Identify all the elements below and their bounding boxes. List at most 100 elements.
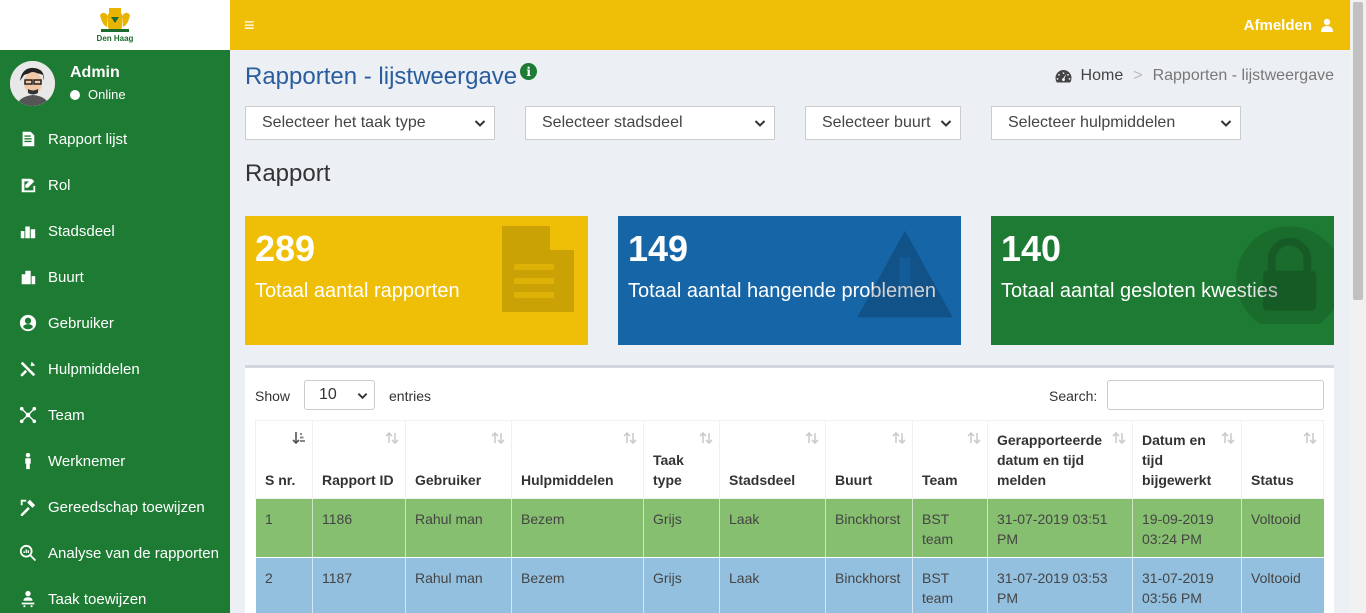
district-select-value: Selecteer stadsdeel bbox=[542, 114, 683, 131]
column-header-rapport-id[interactable]: Rapport ID bbox=[312, 420, 406, 499]
column-header-s-nr[interactable]: S nr. bbox=[255, 420, 313, 499]
avatar bbox=[10, 60, 55, 106]
scrollbar-thumb[interactable] bbox=[1353, 2, 1363, 300]
lock-icon bbox=[1236, 226, 1334, 324]
cell-updated-date: 19-09-2019 03:24 PM bbox=[1132, 498, 1242, 558]
sidebar-item-stadsdeel[interactable]: Stadsdeel bbox=[0, 208, 230, 254]
neighbourhood-select-value: Selecteer buurt bbox=[822, 114, 931, 131]
chevron-down-icon bbox=[1220, 120, 1232, 127]
breadcrumb-separator: > bbox=[1133, 67, 1143, 84]
column-header-stadsdeel[interactable]: Stadsdeel bbox=[719, 420, 826, 499]
task-type-select[interactable]: Selecteer het taak type bbox=[245, 106, 495, 140]
sort-icon bbox=[385, 431, 399, 445]
cell-hulpmiddelen: Bezem bbox=[511, 498, 644, 558]
assign-tools-icon bbox=[18, 497, 38, 517]
sidebar-item-hulpmiddelen[interactable]: Hulpmiddelen bbox=[0, 346, 230, 392]
user-status-label: Online bbox=[88, 87, 126, 102]
sort-icon bbox=[1303, 431, 1317, 445]
cell-taak-type: Grijs bbox=[643, 498, 720, 558]
stat-box-total-reports[interactable]: 289 Totaal aantal rapporten bbox=[245, 216, 588, 345]
sidebar-item-rol[interactable]: Rol bbox=[0, 162, 230, 208]
neighbourhood-select[interactable]: Selecteer buurt bbox=[805, 106, 961, 140]
page-title-text: Rapporten - lijstweergave bbox=[245, 63, 518, 90]
stat-value: 149 bbox=[628, 228, 689, 269]
cell-rapport-id: 1187 bbox=[312, 557, 406, 613]
table-row[interactable]: 1 1186 Rahul man Bezem Grijs Laak Binckh… bbox=[255, 498, 1324, 558]
sort-icon bbox=[699, 431, 713, 445]
cell-buurt: Binckhorst bbox=[825, 557, 913, 613]
column-header-reported-date[interactable]: Gerapporteerde datum en tijd melden bbox=[987, 420, 1133, 499]
logo-text: Den Haag bbox=[96, 34, 134, 43]
logo[interactable]: Den Haag bbox=[0, 0, 230, 50]
sidebar-item-analyse[interactable]: Analyse van de rapporten bbox=[0, 530, 230, 576]
sidebar-item-buurt[interactable]: Buurt bbox=[0, 254, 230, 300]
breadcrumb: Home > Rapporten - lijstweergave bbox=[1055, 67, 1334, 85]
stat-box-pending-issues[interactable]: 149 Totaal aantal hangende problemen bbox=[618, 216, 961, 345]
hamburger-menu-icon[interactable]: ≡ bbox=[244, 15, 255, 36]
cell-gebruiker: Rahul man bbox=[405, 498, 512, 558]
column-header-status[interactable]: Status bbox=[1241, 420, 1324, 499]
sort-icon bbox=[805, 431, 819, 445]
sidebar-item-werknemer[interactable]: Werknemer bbox=[0, 438, 230, 484]
sidebar-item-gereedschap-toewijzen[interactable]: Gereedschap toewijzen bbox=[0, 484, 230, 530]
info-icon[interactable]: i bbox=[520, 63, 538, 80]
sidebar-item-label: Buurt bbox=[48, 268, 84, 286]
section-title: Rapport bbox=[245, 160, 331, 187]
tools-select-value: Selecteer hulpmiddelen bbox=[1008, 114, 1176, 131]
sidebar-item-label: Gereedschap toewijzen bbox=[48, 498, 205, 516]
cell-status: Voltooid bbox=[1241, 498, 1324, 558]
sidebar-item-taak-toewijzen[interactable]: Taak toewijzen bbox=[0, 576, 230, 613]
column-header-gebruiker[interactable]: Gebruiker bbox=[405, 420, 512, 499]
sidebar-item-label: Stadsdeel bbox=[48, 222, 115, 240]
breadcrumb-current: Rapporten - lijstweergave bbox=[1152, 67, 1334, 84]
report-table-card: Show 10 entries Search: S nr. Rapport ID… bbox=[245, 365, 1334, 613]
entries-per-page-select[interactable]: 10 bbox=[304, 380, 375, 410]
page-scrollbar[interactable] bbox=[1350, 0, 1366, 613]
cell-hulpmiddelen: Bezem bbox=[511, 557, 644, 613]
worker-icon bbox=[18, 451, 38, 471]
chevron-down-icon bbox=[357, 393, 368, 400]
sort-icon bbox=[892, 431, 906, 445]
cell-team: BST team bbox=[912, 557, 988, 613]
table-header-row: S nr. Rapport ID Gebruiker Hulpmiddelen … bbox=[255, 420, 1324, 499]
column-header-team[interactable]: Team bbox=[912, 420, 988, 499]
search-input[interactable] bbox=[1107, 380, 1324, 410]
sidebar-item-label: Gebruiker bbox=[48, 314, 114, 332]
sidebar-item-gebruiker[interactable]: Gebruiker bbox=[0, 300, 230, 346]
warning-icon bbox=[857, 230, 953, 318]
top-header: ≡ Afmelden bbox=[230, 0, 1350, 50]
cell-stadsdeel: Laak bbox=[719, 557, 826, 613]
sidebar-item-label: Taak toewijzen bbox=[48, 590, 147, 608]
cell-rapport-id: 1186 bbox=[312, 498, 406, 558]
sort-icon bbox=[623, 431, 637, 445]
logout-button[interactable]: Afmelden bbox=[1244, 17, 1334, 34]
user-circle-icon bbox=[18, 313, 38, 333]
analysis-icon bbox=[18, 543, 38, 563]
user-name: Admin bbox=[70, 64, 120, 81]
breadcrumb-home[interactable]: Home bbox=[1055, 67, 1123, 85]
sidebar-item-team[interactable]: Team bbox=[0, 392, 230, 438]
report-table: S nr. Rapport ID Gebruiker Hulpmiddelen … bbox=[255, 420, 1324, 613]
online-status-icon bbox=[70, 89, 80, 100]
stat-box-closed-issues[interactable]: 140 Totaal aantal gesloten kwesties bbox=[991, 216, 1334, 345]
user-panel: Admin Online bbox=[0, 50, 230, 116]
sidebar-item-rapport-lijst[interactable]: Rapport lijst bbox=[0, 116, 230, 162]
column-header-updated-date[interactable]: Datum en tijd bijgewerkt bbox=[1132, 420, 1242, 499]
tools-icon bbox=[18, 359, 38, 379]
chevron-down-icon bbox=[940, 120, 952, 127]
task-type-select-value: Selecteer het taak type bbox=[262, 114, 426, 131]
table-row[interactable]: 2 1187 Rahul man Bezem Grijs Laak Binckh… bbox=[255, 557, 1324, 613]
sidebar-item-label: Team bbox=[48, 406, 85, 424]
district-select[interactable]: Selecteer stadsdeel bbox=[525, 106, 775, 140]
stat-value: 289 bbox=[255, 228, 316, 269]
column-header-hulpmiddelen[interactable]: Hulpmiddelen bbox=[511, 420, 644, 499]
cell-reported-date: 31-07-2019 03:53 PM bbox=[987, 557, 1133, 613]
city-icon bbox=[18, 221, 38, 241]
cell-gebruiker: Rahul man bbox=[405, 557, 512, 613]
sort-ascending-icon bbox=[292, 432, 305, 445]
tools-select[interactable]: Selecteer hulpmiddelen bbox=[991, 106, 1241, 140]
column-header-buurt[interactable]: Buurt bbox=[825, 420, 913, 499]
sort-icon bbox=[1112, 431, 1126, 445]
column-header-taak-type[interactable]: Taak type bbox=[643, 420, 720, 499]
cell-buurt: Binckhorst bbox=[825, 498, 913, 558]
